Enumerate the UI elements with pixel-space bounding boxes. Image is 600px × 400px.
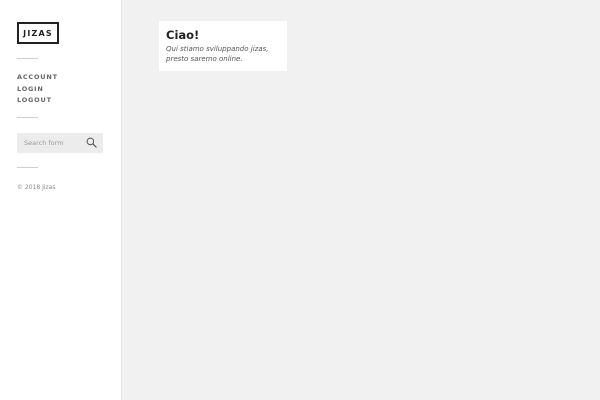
- sidebar: JIZAS ACCOUNT LOGIN LOGOUT © 2018 Jizas: [0, 0, 122, 400]
- card-message: Qui stiamo sviluppando jizas, presto sar…: [166, 44, 280, 64]
- nav-item-account[interactable]: ACCOUNT: [17, 72, 58, 84]
- site-logo[interactable]: JIZAS: [17, 22, 59, 44]
- divider-top: [17, 58, 38, 59]
- search-form: [17, 133, 103, 153]
- nav-item-login[interactable]: LOGIN: [17, 84, 58, 96]
- search-icon[interactable]: [86, 137, 97, 148]
- card-message-line-1: Qui stiamo sviluppando jizas,: [166, 45, 269, 53]
- divider-bottom: [17, 167, 38, 168]
- welcome-card: Ciao! Qui stiamo sviluppando jizas, pres…: [159, 21, 287, 71]
- nav-item-logout[interactable]: LOGOUT: [17, 95, 58, 107]
- copyright-text: © 2018 Jizas: [17, 184, 56, 191]
- card-title: Ciao!: [166, 28, 200, 42]
- search-input[interactable]: [17, 133, 94, 153]
- sidebar-nav: ACCOUNT LOGIN LOGOUT: [17, 72, 58, 107]
- card-message-line-2: presto saremo online.: [166, 55, 243, 63]
- divider-middle: [17, 117, 38, 118]
